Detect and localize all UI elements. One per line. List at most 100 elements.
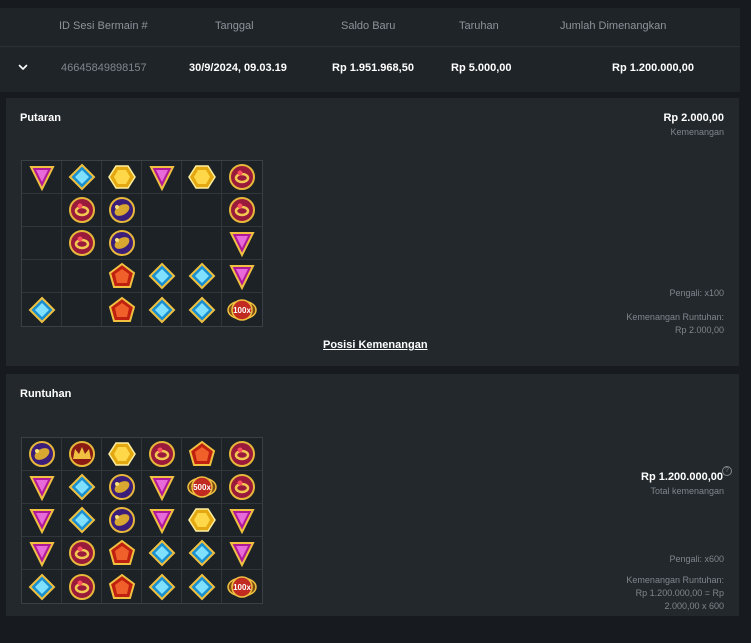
gold-hexagon-gem-icon (187, 165, 216, 189)
reel-cell (102, 537, 142, 570)
blue-diamond-gem-icon (148, 296, 175, 323)
reel-cell (22, 504, 62, 537)
reel-cell (102, 260, 142, 293)
reel-cell (62, 194, 102, 227)
multiplier-label: 100x (233, 583, 251, 592)
gold-scarab-icon (108, 507, 135, 533)
pink-triangle-gem-icon (28, 476, 55, 502)
reel-cell (62, 471, 102, 504)
spin-cascade-label: Kemenangan Runtuhan: (626, 312, 724, 322)
pink-triangle-gem-icon (229, 542, 255, 568)
reel-cell (222, 471, 262, 504)
reel-cell (142, 504, 182, 537)
cascade-multiplier: Pengali: x600 (669, 554, 724, 564)
header-won: Jumlah Dimenangkan (560, 20, 667, 32)
blue-diamond-gem-icon (148, 262, 175, 290)
reel-cell (102, 227, 142, 260)
reel-cell (142, 537, 182, 570)
multiplier-label: 100x (233, 306, 251, 315)
blue-diamond-gem-icon (148, 573, 175, 600)
blue-diamond-gem-icon (28, 296, 55, 323)
reel-cell (102, 161, 142, 194)
ruby-ring-icon (229, 197, 255, 223)
ruby-ring-icon (148, 441, 175, 467)
spin-cascade-value: Rp 2.000,00 (674, 325, 724, 335)
reel-cell (62, 227, 102, 260)
reel-cell (62, 438, 102, 471)
ruby-ring-icon (68, 573, 95, 600)
reel-cell (22, 161, 62, 194)
ruby-ring-icon (68, 540, 95, 566)
reel-cell (222, 161, 262, 194)
multiplier-label: 500x (193, 483, 211, 492)
cascade-win-value-1: Rp 1.200.000,00 = Rp (635, 588, 724, 598)
reel-cell (102, 438, 142, 471)
header-date: Tanggal (215, 20, 254, 32)
reel-cell (102, 570, 142, 603)
table-row[interactable]: 46645849898157 30/9/2024, 09.03.19 Rp 1.… (0, 46, 740, 92)
pink-triangle-gem-icon (229, 265, 255, 291)
reel-cell (142, 438, 182, 471)
ruby-ring-icon (68, 230, 95, 256)
chevron-down-icon[interactable] (17, 61, 29, 73)
reel-cell (22, 260, 62, 293)
total-win-amount: Rp 1.200.000,00 (641, 471, 723, 483)
blue-diamond-gem-icon (188, 262, 215, 290)
reel-cell (62, 260, 102, 293)
crown-icon (68, 441, 95, 467)
reel-cell (182, 570, 222, 603)
pink-triangle-gem-icon (28, 509, 55, 535)
ruby-ring-icon (229, 474, 255, 500)
pink-triangle-gem-icon (28, 542, 55, 568)
reel-cell (182, 504, 222, 537)
red-pentagon-gem-icon (108, 296, 135, 322)
spin-panel: Putaran Rp 2.000,00 Kemenangan 100x Peng… (6, 98, 739, 366)
winning-positions-link[interactable]: Posisi Kemenangan (323, 339, 428, 351)
total-win-label: Total kemenangan (650, 486, 724, 496)
reel-cell (102, 194, 142, 227)
reel-cell (142, 161, 182, 194)
reel-cell (22, 537, 62, 570)
pink-triangle-gem-icon (148, 509, 175, 535)
gold-hexagon-gem-icon (107, 165, 136, 189)
spin-reel-grid: 100x (21, 160, 263, 327)
new-balance: Rp 1.951.968,50 (332, 62, 414, 74)
spin-win-amount: Rp 2.000,00 (663, 112, 724, 124)
reel-cell (62, 570, 102, 603)
reel-cell (102, 293, 142, 326)
reel-cell (182, 227, 222, 260)
reel-cell: 100x (222, 570, 262, 603)
reel-cell (102, 471, 142, 504)
header-new-balance: Saldo Baru (341, 20, 396, 32)
header-session-id: ID Sesi Bermain # (59, 20, 148, 32)
blue-diamond-gem-icon (188, 539, 215, 567)
red-pentagon-gem-icon (188, 440, 215, 466)
reel-cell (142, 260, 182, 293)
multiplier-orb-icon: 100x (227, 298, 257, 321)
reel-cell (222, 438, 262, 471)
reel-cell (182, 260, 222, 293)
cascade-reel-grid: 500x 100x (21, 437, 263, 604)
pink-triangle-gem-icon (28, 166, 55, 192)
reel-cell (222, 504, 262, 537)
spin-title: Putaran (20, 112, 61, 124)
pink-triangle-gem-icon (148, 166, 175, 192)
blue-diamond-gem-icon (148, 539, 175, 567)
gold-scarab-icon (108, 474, 135, 500)
help-icon[interactable]: ? (722, 466, 732, 476)
reel-cell (22, 194, 62, 227)
blue-diamond-gem-icon (68, 506, 95, 534)
reel-cell: 100x (222, 293, 262, 326)
gold-scarab-icon (108, 197, 135, 223)
won-amount: Rp 1.200.000,00 (612, 62, 694, 74)
red-pentagon-gem-icon (108, 262, 135, 288)
pink-triangle-gem-icon (229, 232, 255, 258)
session-id: 46645849898157 (61, 62, 147, 74)
ruby-ring-icon (68, 197, 95, 223)
pink-triangle-gem-icon (229, 509, 255, 535)
reel-cell: 500x (182, 471, 222, 504)
table-header: ID Sesi Bermain # Tanggal Saldo Baru Tar… (0, 8, 740, 46)
blue-diamond-gem-icon (28, 573, 55, 600)
red-pentagon-gem-icon (108, 539, 135, 565)
blue-diamond-gem-icon (68, 473, 95, 501)
